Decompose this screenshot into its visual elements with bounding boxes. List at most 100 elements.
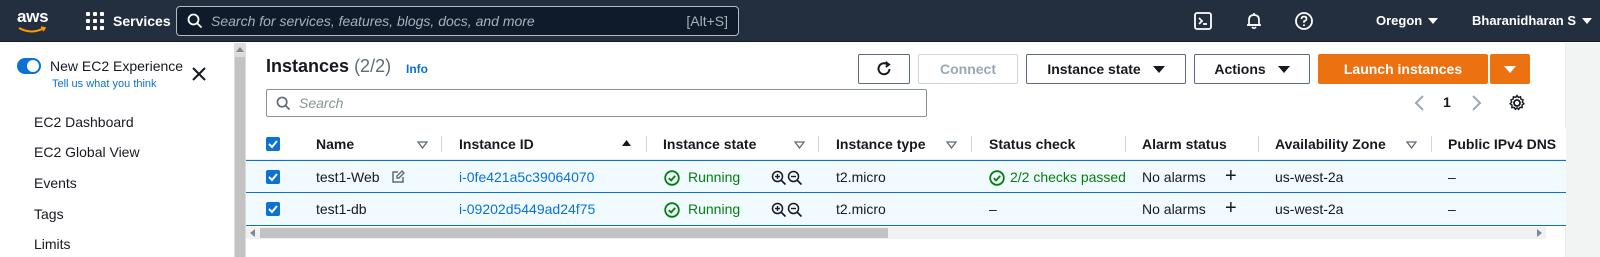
actions-button[interactable]: Actions (1194, 54, 1310, 84)
scrollbar-thumb[interactable] (235, 57, 245, 257)
info-link[interactable]: Info (406, 62, 428, 76)
instance-state-value: Running (688, 201, 741, 217)
column-divider (441, 136, 442, 152)
sidebar-item-limits[interactable]: Limits (34, 236, 71, 252)
sidebar-scrollbar[interactable] (234, 43, 246, 257)
column-header-name[interactable]: Name (316, 136, 354, 152)
page-title: Instances (2/2) (266, 56, 391, 77)
launch-instances-label: Launch instances (1343, 61, 1463, 77)
cloudshell-icon[interactable] (1193, 11, 1213, 31)
instances-panel: Instances (2/2) Info Connect Instance st… (246, 43, 1566, 257)
sort-icon[interactable] (946, 141, 957, 149)
edit-icon[interactable] (391, 170, 405, 184)
column-divider (1125, 136, 1126, 152)
status-check-value: – (989, 201, 997, 217)
scroll-left-arrow-icon[interactable] (250, 229, 255, 237)
gear-icon[interactable] (1508, 94, 1526, 112)
column-header-alarm-status[interactable]: Alarm status (1142, 136, 1227, 152)
column-header-public-ipv4-dns[interactable]: Public IPv4 DNS (1448, 136, 1556, 152)
row-checkbox[interactable] (266, 202, 280, 216)
scroll-right-arrow-icon[interactable] (1537, 229, 1542, 237)
public-dns-value: – (1448, 169, 1456, 185)
scroll-up-arrow-icon[interactable] (236, 47, 244, 52)
sort-icon[interactable] (794, 141, 805, 149)
aws-smile-icon (18, 26, 47, 33)
sidebar-item-events[interactable]: Events (34, 175, 77, 191)
instance-id-link[interactable]: i-0fe421a5c39064070 (459, 169, 594, 185)
zoom-in-icon[interactable] (771, 170, 787, 186)
connect-label: Connect (940, 61, 996, 77)
scrollbar-thumb[interactable] (260, 228, 888, 238)
region-label: Oregon (1376, 13, 1423, 28)
aws-logo[interactable]: aws (17, 8, 51, 34)
table-row[interactable]: test1-db i-09202d5449ad24f75 Running t2.… (246, 193, 1566, 226)
instance-type-value: t2.micro (836, 201, 886, 217)
availability-zone-value: us-west-2a (1275, 169, 1344, 185)
instance-name: test1-db (316, 201, 367, 217)
alarm-status-value: No alarms (1142, 201, 1206, 217)
column-header-instance-id[interactable]: Instance ID (459, 136, 534, 152)
instances-title: Instances (266, 56, 350, 76)
sort-icon[interactable] (1406, 141, 1417, 149)
zoom-in-icon[interactable] (771, 202, 787, 218)
search-icon (276, 96, 291, 111)
column-header-instance-type[interactable]: Instance type (836, 136, 925, 152)
add-alarm-icon[interactable]: + (1225, 166, 1237, 186)
filter-input[interactable] (299, 94, 899, 112)
zoom-out-icon[interactable] (787, 170, 803, 186)
public-dns-value: – (1448, 201, 1456, 217)
services-menu-button[interactable]: Services (86, 11, 171, 31)
search-icon (187, 13, 203, 29)
sort-icon[interactable] (417, 141, 428, 149)
column-divider (1258, 136, 1259, 152)
help-icon[interactable] (1294, 11, 1314, 31)
zoom-out-icon[interactable] (787, 202, 803, 218)
global-search-box[interactable]: [Alt+S] (176, 6, 739, 36)
table-horizontal-scrollbar[interactable] (246, 227, 1546, 239)
search-shortcut-hint: [Alt+S] (686, 13, 728, 29)
column-header-status-check[interactable]: Status check (989, 136, 1075, 152)
launch-instances-button[interactable]: Launch instances (1318, 54, 1488, 84)
main-content: Instances (2/2) Info Connect Instance st… (246, 43, 1600, 257)
instances-count: (2/2) (354, 56, 392, 76)
close-icon[interactable] (191, 66, 207, 82)
services-grid-icon (86, 12, 104, 30)
instance-filter[interactable] (266, 89, 927, 117)
new-experience-label: New EC2 Experience (50, 58, 184, 74)
column-divider (646, 136, 647, 152)
instance-state-value: Running (688, 169, 741, 185)
chevron-right-icon[interactable] (1470, 95, 1482, 111)
status-success-icon (664, 170, 680, 186)
add-alarm-icon[interactable]: + (1225, 198, 1237, 218)
top-navigation-bar: aws Services [Alt+S] Oregon (0, 0, 1600, 42)
actions-label: Actions (1214, 61, 1266, 77)
current-page[interactable]: 1 (1443, 94, 1451, 110)
launch-options-dropdown[interactable] (1490, 54, 1530, 84)
column-divider (971, 136, 972, 152)
global-search-input[interactable] (211, 11, 651, 31)
column-header-instance-state[interactable]: Instance state (663, 136, 756, 152)
connect-button[interactable]: Connect (918, 54, 1018, 84)
refresh-button[interactable] (858, 54, 910, 84)
region-selector[interactable]: Oregon (1376, 13, 1439, 28)
table-row[interactable]: test1-Web i-0fe421a5c39064070 Running t2… (246, 160, 1566, 193)
select-all-checkbox[interactable] (266, 137, 280, 151)
notifications-bell-icon[interactable] (1244, 11, 1264, 31)
instance-state-button[interactable]: Instance state (1026, 54, 1186, 84)
table-header: Name Instance ID Instance state Instance… (246, 128, 1566, 160)
chevron-left-icon[interactable] (1414, 95, 1426, 111)
caret-down-icon (1428, 17, 1439, 24)
column-header-availability-zone[interactable]: Availability Zone (1275, 136, 1386, 152)
tell-us-link[interactable]: Tell us what you think (52, 78, 157, 90)
account-menu[interactable]: Bharanidharan S (1472, 13, 1593, 28)
sidebar-item-tags[interactable]: Tags (34, 206, 64, 222)
new-experience-toggle[interactable] (17, 58, 41, 74)
instance-id-link[interactable]: i-09202d5449ad24f75 (459, 201, 595, 217)
sidebar-item-ec2-dashboard[interactable]: EC2 Dashboard (34, 114, 134, 130)
alarm-status-value: No alarms (1142, 169, 1206, 185)
caret-down-icon (1504, 65, 1516, 73)
sort-ascending-icon[interactable] (621, 139, 632, 147)
instance-type-value: t2.micro (836, 169, 886, 185)
sidebar-item-ec2-global-view[interactable]: EC2 Global View (34, 144, 140, 160)
row-checkbox[interactable] (266, 170, 280, 184)
